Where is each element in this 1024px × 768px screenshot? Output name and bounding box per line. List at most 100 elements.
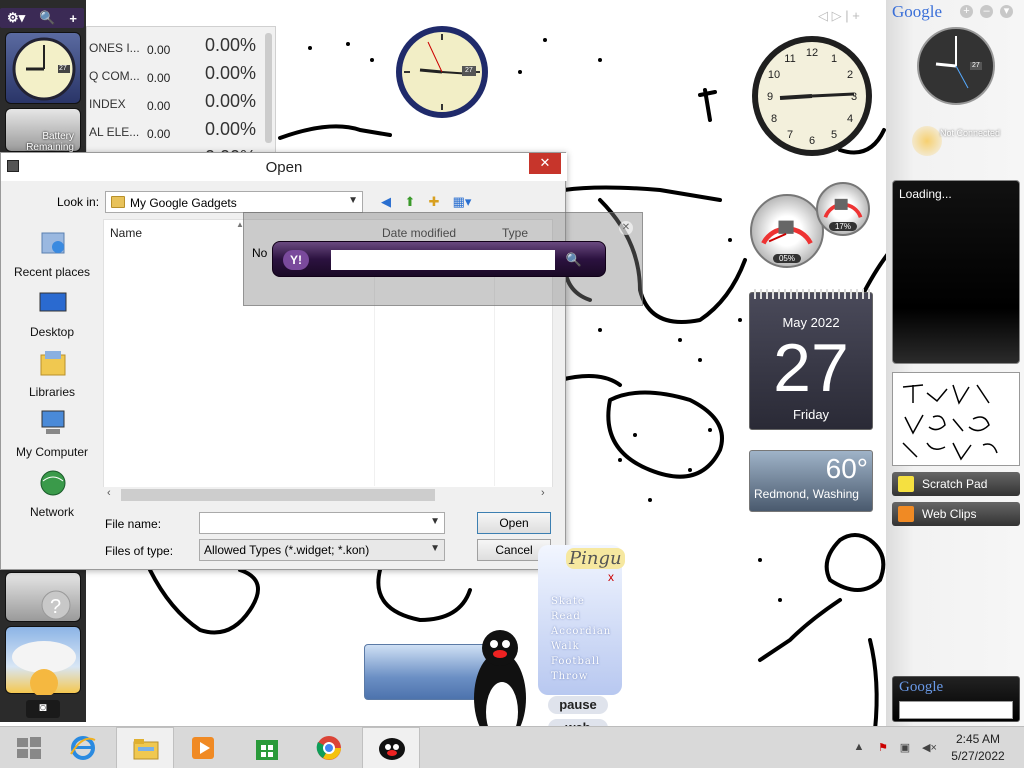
horizontal-scrollbar[interactable]: ‹ › [103, 487, 553, 503]
sidebar-clock-gadget[interactable]: 27 [5, 32, 81, 104]
weather-temperature: 60° [825, 453, 868, 484]
ticker-scrollbar[interactable] [265, 33, 272, 143]
analog-clock-gadget[interactable]: 27 [392, 22, 492, 122]
clock-face-icon [12, 37, 76, 101]
svg-text:5: 5 [831, 129, 837, 141]
pause-button[interactable]: pause [548, 696, 608, 714]
place-desktop[interactable]: Desktop [5, 285, 99, 343]
start-button[interactable] [0, 727, 58, 768]
place-label: My Computer [15, 445, 89, 459]
camera-icon[interactable]: ◙ [26, 700, 60, 718]
show-hidden-icons-icon[interactable]: ▲ [852, 741, 866, 755]
taskbar-pingu[interactable] [362, 727, 420, 768]
pingu-action-throw[interactable]: Throw [551, 671, 588, 682]
settings-icon[interactable]: ⚙▾ [7, 10, 25, 26]
google-gadgets-sidebar: Google + – ▾ 27 Not Connected Loading...… [886, 0, 1024, 726]
memory-meter-gadget[interactable]: 17% [816, 182, 870, 236]
place-recent-places[interactable]: Recent places [5, 225, 99, 283]
scratch-pad-canvas[interactable] [892, 372, 1020, 466]
table-row[interactable]: Q COM... 0.00 0.00% [87, 61, 263, 89]
close-icon[interactable]: ✕ [619, 221, 633, 235]
wall-clock-gadget[interactable]: 12 3 6 9 1245 7 8 10 11 [750, 34, 874, 158]
clock-face-icon: 12369 1245 781011 [752, 36, 872, 156]
sidebar-item-label: Scratch Pad [922, 477, 988, 491]
svg-text:1: 1 [831, 53, 837, 65]
add-gadget-icon[interactable]: + [69, 11, 77, 26]
taskbar-date[interactable]: 5/27/2022 [948, 749, 1008, 763]
up-folder-icon[interactable]: ⬆ [401, 193, 419, 211]
file-type-dropdown[interactable]: Allowed Types (*.widget; *.kon) ▼ [199, 539, 445, 561]
scroll-left-icon[interactable]: ‹ [107, 487, 111, 499]
yahoo-search-bar: Y! 🔍 [272, 241, 606, 277]
stock-name: ONES I... [89, 41, 140, 55]
clock-face-icon [396, 26, 488, 118]
file-name-input[interactable]: ▼ [199, 512, 445, 534]
gadget-nav-arrows[interactable]: ◁ ▷ | + [818, 8, 860, 24]
rss-icon [898, 506, 914, 522]
pingu-icon [379, 738, 405, 760]
pingu-action-football[interactable]: Football [551, 656, 600, 667]
pingu-action-read[interactable]: Read [551, 611, 581, 622]
sidebar-analog-clock[interactable]: 27 [916, 26, 996, 106]
taskbar-time[interactable]: 2:45 AM [953, 732, 1003, 746]
connection-status-icon [912, 126, 942, 156]
pingu-action-skate[interactable]: Skate [551, 596, 585, 607]
help-icon: ? [41, 590, 71, 620]
search-icon[interactable]: 🔍 [39, 10, 55, 26]
add-gadget-icon[interactable]: + [960, 5, 973, 18]
place-network[interactable]: Network [5, 465, 99, 523]
open-button[interactable]: Open [477, 512, 551, 534]
place-my-computer[interactable]: My Computer [5, 405, 99, 463]
close-button[interactable]: ✕ [529, 153, 561, 174]
column-header-name[interactable]: Name [110, 226, 142, 240]
taskbar-file-explorer[interactable] [116, 727, 174, 768]
dialog-titlebar[interactable]: Open ✕ [1, 153, 567, 181]
stock-change: 0.00% [205, 35, 257, 55]
svg-text:?: ? [50, 596, 61, 618]
sidebar-item-web-clips[interactable]: Web Clips [892, 502, 1020, 526]
menu-icon[interactable]: ▾ [1000, 5, 1013, 18]
media-player-icon [192, 737, 214, 759]
table-row[interactable]: AL ELE... 0.00 0.00% [87, 117, 263, 145]
minimize-icon[interactable]: – [980, 5, 993, 18]
network-status-icon[interactable]: ▣ [898, 741, 912, 755]
svg-text:9: 9 [767, 91, 773, 103]
yahoo-search-input[interactable] [331, 250, 555, 270]
help-gadget[interactable]: ? [5, 572, 81, 622]
dialog-title: Open [265, 159, 303, 176]
new-folder-icon[interactable]: ✚ [425, 193, 443, 211]
pingu-action-accordian[interactable]: Accordian [551, 626, 611, 637]
sidebar-toolbar: ⚙▾ 🔍 + [0, 8, 84, 28]
scrollbar-thumb[interactable] [121, 489, 435, 501]
scratch-drawing [902, 384, 998, 461]
taskbar-chrome[interactable] [300, 727, 358, 768]
scroll-right-icon[interactable]: › [541, 487, 545, 499]
pingu-action-walk[interactable]: Walk [551, 641, 580, 652]
taskbar-media-player[interactable] [174, 727, 232, 768]
action-center-icon[interactable]: ⚑ [876, 741, 890, 755]
sidebar-item-scratch-pad[interactable]: Scratch Pad [892, 472, 1020, 496]
weather-gadget[interactable]: 60° Redmond, Washing [749, 450, 873, 512]
place-libraries[interactable]: Libraries [5, 345, 99, 403]
calendar-gadget[interactable]: May 2022 27 Friday [749, 289, 873, 430]
cpu-meter-gadget[interactable]: 05% [750, 194, 824, 268]
chevron-down-icon[interactable]: ▼ [430, 516, 440, 527]
battery-gadget[interactable]: Battery Remaining [5, 108, 81, 153]
table-row[interactable]: INDEX 0.00 0.00% [87, 89, 263, 117]
internet-explorer-icon [70, 736, 96, 760]
taskbar-store[interactable] [238, 727, 296, 768]
back-icon[interactable]: ◀ [377, 193, 395, 211]
chevron-down-icon: ▼ [348, 195, 358, 206]
stock-value: 0.00 [147, 71, 171, 85]
google-search-input[interactable] [899, 701, 1013, 719]
taskbar-internet-explorer[interactable] [54, 727, 112, 768]
table-row[interactable]: ONES I... 0.00 0.00% [87, 33, 263, 61]
view-menu-icon[interactable]: ▦▾ [449, 193, 475, 211]
stock-name: Q COM... [89, 69, 140, 83]
pingu-close-icon[interactable]: x [608, 570, 614, 584]
volume-muted-icon[interactable]: ◀× [922, 741, 937, 755]
search-icon[interactable]: 🔍 [559, 250, 589, 270]
google-logo: Google [899, 679, 944, 695]
weather-sidebar-gadget[interactable] [5, 626, 81, 695]
look-in-dropdown[interactable]: My Google Gadgets ▼ [105, 191, 363, 213]
